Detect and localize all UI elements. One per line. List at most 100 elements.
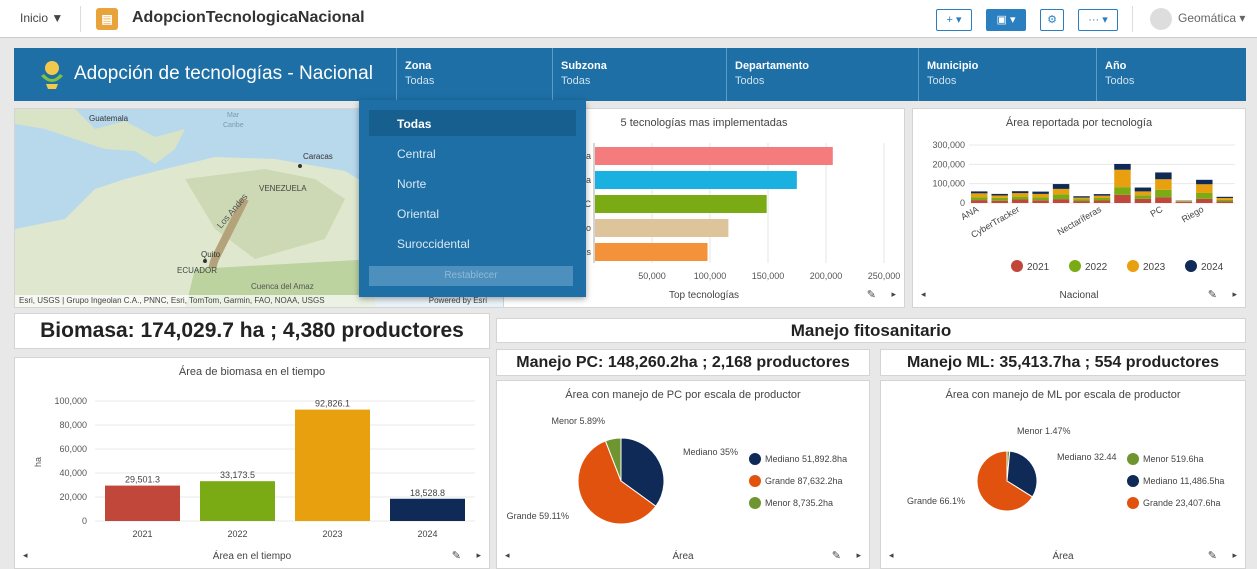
legend-label: 2022 — [1085, 262, 1108, 273]
app-logo-icon: ▤ — [96, 8, 118, 30]
dropdown-option-suroccidental[interactable]: Suroccidental — [397, 237, 470, 251]
scroll-left-icon[interactable]: ◂ — [23, 550, 28, 561]
tick-label: 100,000 — [932, 179, 965, 189]
category-label: Nectaríferas — [1056, 204, 1104, 237]
filter-subzona[interactable]: Subzona Todas — [552, 48, 726, 101]
tick-label: 50,000 — [638, 271, 666, 281]
scroll-right-icon[interactable]: ▸ — [1232, 289, 1237, 300]
category-label: 2022 — [227, 529, 247, 539]
pencil-icon[interactable]: ✎ — [1208, 549, 1217, 562]
manejo-ml-headline: Manejo ML: 35,413.7ha ; 554 productores — [880, 349, 1246, 376]
reset-button[interactable]: Restablecer — [369, 266, 573, 286]
legend-label: Menor 519.6ha — [1143, 454, 1204, 464]
stacked-bar-segment — [1032, 193, 1049, 198]
dropdown-option-todas[interactable]: Todas — [397, 117, 431, 131]
add-button[interactable]: + ▾ — [936, 9, 972, 31]
legend-swatch — [1127, 453, 1139, 465]
stacked-bar-segment — [1134, 187, 1152, 192]
pencil-icon[interactable]: ✎ — [1208, 288, 1217, 301]
map-label: VENEZUELA — [259, 184, 307, 193]
stacked-bar-segment — [1114, 187, 1131, 195]
stacked-bar-segment — [971, 191, 988, 194]
legend-label: 2023 — [1143, 262, 1166, 273]
slice-label: Menor 1.47% — [1017, 426, 1071, 436]
stacked-bar-segment — [1032, 197, 1049, 201]
stacked-bar-segment — [1196, 184, 1213, 193]
settings-button[interactable]: ⚙ — [1040, 9, 1064, 31]
zona-dropdown: Todas Central Norte Oriental Suroccident… — [359, 100, 586, 297]
app-title: AdopcionTecnologicaNacional — [132, 9, 365, 26]
scroll-right-icon[interactable]: ▸ — [891, 289, 896, 300]
scroll-left-icon[interactable]: ◂ — [921, 289, 926, 300]
legend-swatch — [1011, 260, 1023, 272]
filter-zona[interactable]: Zona Todas — [396, 48, 552, 101]
filter-label: Subzona — [561, 60, 607, 72]
more-options-button[interactable]: ··· ▾ — [1078, 9, 1118, 31]
slice-label: Grande 59.11% — [507, 511, 569, 521]
tick-label: 40,000 — [59, 468, 87, 478]
stacked-bar-segment — [1073, 196, 1090, 198]
scroll-right-icon[interactable]: ▸ — [476, 550, 481, 561]
legend-swatch — [749, 453, 761, 465]
stacked-bar-segment — [1134, 198, 1152, 203]
footer-label: Área — [672, 551, 694, 562]
pie-ml-panel: Área con manejo de ML por escala de prod… — [880, 380, 1246, 569]
tick-label: 300,000 — [932, 140, 965, 150]
dropdown-option-oriental[interactable]: Oriental — [397, 207, 439, 221]
scroll-left-icon[interactable]: ◂ — [505, 550, 510, 561]
dashboard-title: Adopción de tecnologías - Nacional — [74, 63, 373, 84]
panel-footer: Área ◂ ✎ ▸ — [881, 546, 1245, 568]
chart-title: Área reportada por tecnología — [1005, 117, 1153, 129]
pencil-icon[interactable]: ✎ — [452, 549, 461, 562]
filter-anio[interactable]: Año Todos — [1096, 48, 1246, 101]
pie-pc-panel: Área con manejo de PC por escala de prod… — [496, 380, 870, 569]
emblem-icon — [41, 61, 63, 89]
save-button[interactable]: ▣ ▾ — [986, 9, 1026, 31]
stacked-bar-segment — [991, 197, 1008, 201]
divider — [1132, 6, 1133, 32]
area-tecnologia-panel: Área reportada por tecnología 300,000 200… — [912, 108, 1246, 308]
scroll-right-icon[interactable]: ▸ — [1232, 550, 1237, 561]
data-label: 18,528.8 — [410, 488, 445, 498]
filter-value: Todas — [405, 75, 435, 87]
tick-label: 200,000 — [932, 159, 965, 169]
stacked-bar-segment — [1093, 195, 1111, 198]
stacked-bar-segment — [1011, 193, 1029, 197]
stacked-bar-segment — [1216, 197, 1233, 200]
category-label: 2024 — [417, 529, 437, 539]
pencil-icon[interactable]: ✎ — [832, 549, 841, 562]
bar — [200, 481, 275, 521]
stacked-bar-segment — [1196, 179, 1213, 185]
map-label: Quito — [201, 250, 221, 259]
bar — [390, 498, 465, 521]
home-menu[interactable]: Inicio ▼ — [20, 11, 63, 25]
bar — [595, 219, 729, 237]
user-menu[interactable]: Geomática ▾ — [1178, 11, 1245, 25]
filter-departamento[interactable]: Departamento Todos — [726, 48, 918, 101]
map-label: Caribe — [223, 122, 244, 129]
tick-label: 150,000 — [752, 271, 785, 281]
data-label: 29,501.3 — [125, 475, 160, 485]
footer-label: Área — [1052, 551, 1074, 562]
scroll-right-icon[interactable]: ▸ — [856, 550, 861, 561]
pencil-icon[interactable]: ✎ — [867, 288, 876, 301]
dropdown-option-central[interactable]: Central — [397, 147, 436, 161]
legend-label: Mediano 51,892.8ha — [765, 454, 847, 464]
stacked-bar-segment — [1155, 179, 1172, 190]
stacked-bar-segment — [1073, 199, 1090, 202]
filter-municipio[interactable]: Municipio Todos — [918, 48, 1096, 101]
stacked-bar-segment — [1093, 194, 1111, 196]
chart-title: Área con manejo de ML por escala de prod… — [945, 389, 1181, 401]
chevron-down-icon: ▼ — [51, 11, 64, 25]
chevron-down-icon: ▾ — [1239, 11, 1246, 25]
stacked-bar-segment — [971, 193, 988, 198]
legend-label: Menor 8,735.2ha — [765, 498, 833, 508]
tick-label: 100,000 — [54, 396, 87, 406]
scroll-left-icon[interactable]: ◂ — [889, 550, 894, 561]
data-label: 33,173.5 — [220, 470, 255, 480]
dropdown-option-norte[interactable]: Norte — [397, 177, 426, 191]
stacked-bar-segment — [1011, 191, 1029, 194]
stacked-bar-segment — [1155, 197, 1172, 203]
stacked-bar-segment — [1011, 196, 1029, 200]
avatar[interactable] — [1150, 8, 1172, 30]
